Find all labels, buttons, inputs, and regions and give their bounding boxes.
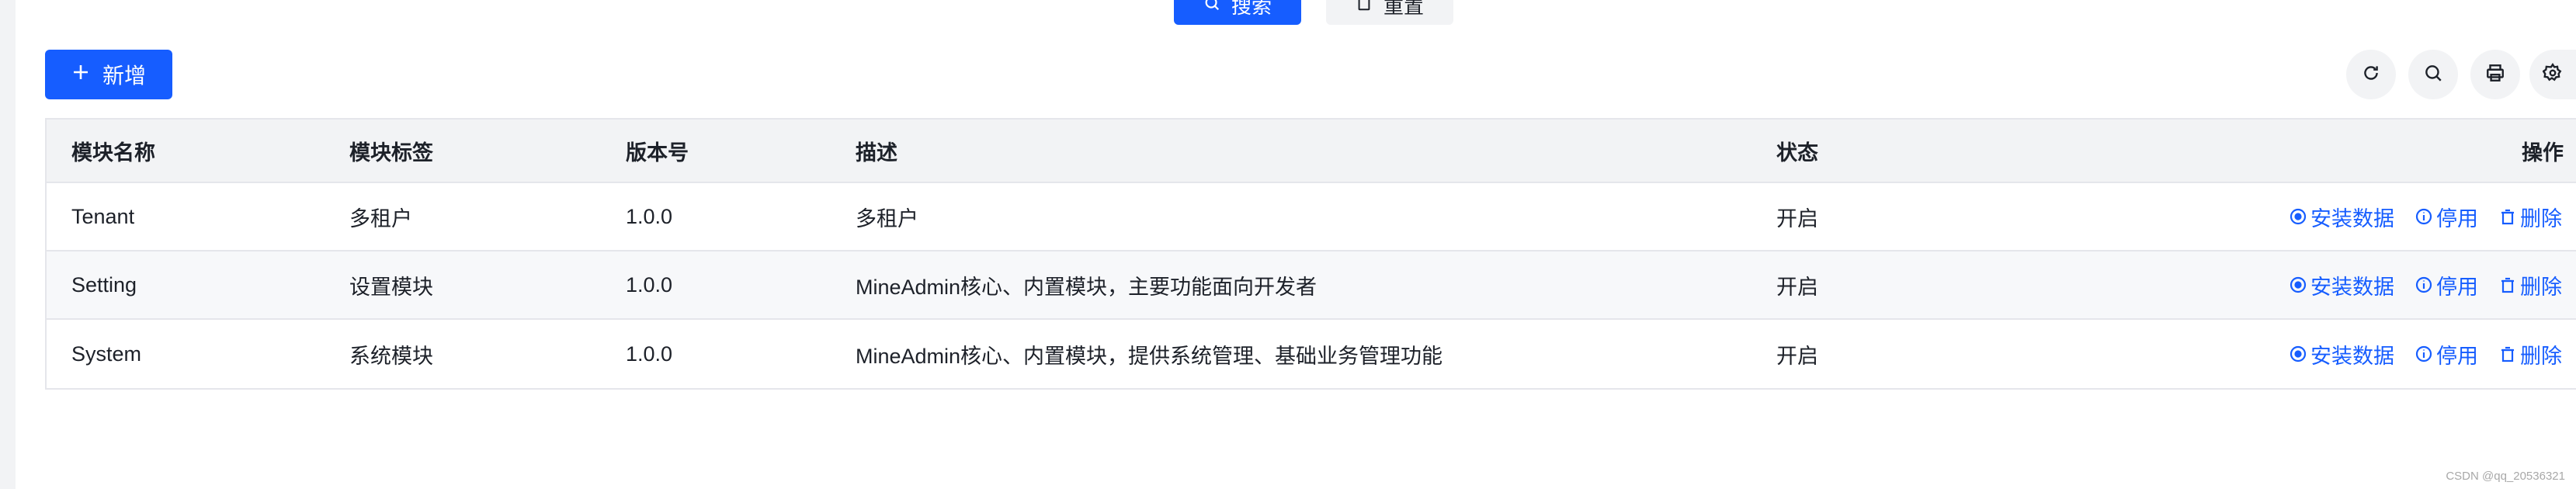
install-data-link[interactable]: 安装数据 <box>2289 202 2394 232</box>
delete-link[interactable]: 删除 <box>2498 270 2562 300</box>
delete-link[interactable]: 删除 <box>2498 339 2562 369</box>
plus-icon <box>71 62 90 87</box>
info-circle-icon <box>2415 276 2432 293</box>
install-data-label: 安装数据 <box>2310 206 2394 231</box>
cell-module-label: 设置模块 <box>349 275 433 299</box>
refresh-button[interactable] <box>2346 50 2396 99</box>
info-circle-icon <box>2415 345 2432 362</box>
dot-circle-icon <box>2290 276 2307 293</box>
gear-icon <box>2542 62 2563 87</box>
row-actions: 安装数据 停用 删除 <box>2289 183 2562 250</box>
settings-button[interactable] <box>2529 50 2576 99</box>
reset-button-label: 重置 <box>1383 0 1424 18</box>
header-status: 状态 <box>1776 140 1818 165</box>
watermark: CSDN @qq_20536321 <box>2446 470 2565 483</box>
table-row: Setting 设置模块 1.0.0 MineAdmin核心、内置模块，主要功能… <box>47 251 2576 320</box>
header-actions: 操作 <box>2522 140 2564 165</box>
delete-label: 删除 <box>2520 344 2562 368</box>
table-header-row: 模块名称 模块标签 版本号 描述 状态 操作 <box>47 120 2576 183</box>
disable-link[interactable]: 停用 <box>2415 339 2478 369</box>
reset-button[interactable]: 重置 <box>1326 0 1453 25</box>
cell-module-name: System <box>71 342 142 366</box>
cell-version: 1.0.0 <box>626 204 673 228</box>
search-icon <box>2423 63 2443 87</box>
header-version: 版本号 <box>626 140 689 165</box>
table-row: Tenant 多租户 1.0.0 多租户 开启 安装数据 停用 删除 <box>47 183 2576 251</box>
dot-circle-icon <box>2290 208 2307 225</box>
install-data-label: 安装数据 <box>2310 275 2394 299</box>
add-button-label: 新增 <box>102 64 146 88</box>
cell-version: 1.0.0 <box>626 342 673 366</box>
cell-status: 开启 <box>1776 344 1818 368</box>
search-button[interactable]: 搜索 <box>1174 0 1301 25</box>
search-button-label: 搜索 <box>1231 0 1272 18</box>
disable-label: 停用 <box>2436 206 2478 231</box>
module-table: 模块名称 模块标签 版本号 描述 状态 操作 Tenant 多租户 1.0.0 … <box>45 118 2576 390</box>
disable-link[interactable]: 停用 <box>2415 270 2478 300</box>
cell-version: 1.0.0 <box>626 272 673 297</box>
table-search-button[interactable] <box>2408 50 2458 99</box>
add-button[interactable]: 新增 <box>45 50 172 99</box>
cell-status: 开启 <box>1776 275 1818 299</box>
dot-circle-icon <box>2290 345 2307 362</box>
install-data-label: 安装数据 <box>2310 344 2394 368</box>
row-actions: 安装数据 停用 删除 <box>2289 320 2562 388</box>
cell-description: MineAdmin核心、内置模块，提供系统管理、基础业务管理功能 <box>856 344 1443 368</box>
delete-label: 删除 <box>2520 206 2562 231</box>
install-data-link[interactable]: 安装数据 <box>2289 339 2394 369</box>
cell-module-label: 多租户 <box>349 206 412 231</box>
clipboard-icon <box>1356 0 1373 17</box>
header-description: 描述 <box>856 140 897 165</box>
trash-icon <box>2501 209 2514 225</box>
search-icon <box>1203 0 1220 17</box>
cell-module-label: 系统模块 <box>349 344 433 368</box>
disable-label: 停用 <box>2436 275 2478 299</box>
cell-description: MineAdmin核心、内置模块，主要功能面向开发者 <box>856 275 1318 299</box>
delete-link[interactable]: 删除 <box>2498 202 2562 232</box>
cell-status: 开启 <box>1776 206 1818 231</box>
install-data-link[interactable]: 安装数据 <box>2289 270 2394 300</box>
header-module-label: 模块标签 <box>349 140 433 165</box>
refresh-icon <box>2361 63 2381 87</box>
disable-link[interactable]: 停用 <box>2415 202 2478 232</box>
header-module-name: 模块名称 <box>71 140 155 165</box>
disable-label: 停用 <box>2436 344 2478 368</box>
print-button[interactable] <box>2470 50 2520 99</box>
trash-icon <box>2501 346 2514 362</box>
printer-icon <box>2485 63 2505 87</box>
row-actions: 安装数据 停用 删除 <box>2289 251 2562 318</box>
info-circle-icon <box>2415 208 2432 225</box>
cell-module-name: Tenant <box>71 204 135 228</box>
cell-module-name: Setting <box>71 272 137 297</box>
trash-icon <box>2501 277 2514 293</box>
cell-description: 多租户 <box>856 206 918 231</box>
page-left-gutter <box>0 0 16 489</box>
table-row: System 系统模块 1.0.0 MineAdmin核心、内置模块，提供系统管… <box>47 320 2576 388</box>
delete-label: 删除 <box>2520 275 2562 299</box>
